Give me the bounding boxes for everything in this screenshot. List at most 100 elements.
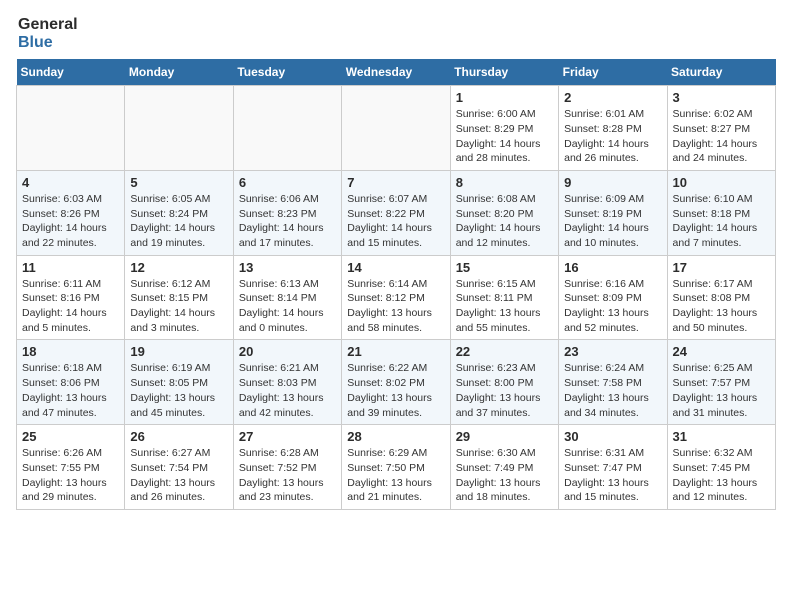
calendar-cell: 1 Sunrise: 6:00 AM Sunset: 8:29 PM Daylig… <box>450 86 558 171</box>
calendar-week-row: 18 Sunrise: 6:18 AM Sunset: 8:06 PM Dayli… <box>17 340 776 425</box>
day-info: Sunrise: 6:18 AM Sunset: 8:06 PM Dayligh… <box>22 361 119 420</box>
calendar-cell: 30Sunrise: 6:31 AM Sunset: 7:47 PM Dayli… <box>559 425 667 510</box>
day-info: Sunrise: 6:08 AM Sunset: 8:20 PM Dayligh… <box>456 192 553 251</box>
day-info: Sunrise: 6:12 AM Sunset: 8:15 PM Dayligh… <box>130 277 227 336</box>
day-info: Sunrise: 6:32 AM Sunset: 7:45 PM Dayligh… <box>673 446 770 505</box>
day-number: 8 <box>456 175 553 190</box>
calendar-week-row: 25 Sunrise: 6:26 AM Sunset: 7:55 PM Dayli… <box>17 425 776 510</box>
day-number: 29 <box>456 429 553 444</box>
day-info: Sunrise: 6:00 AM Sunset: 8:29 PM Dayligh… <box>456 107 553 166</box>
day-number: 6 <box>239 175 336 190</box>
day-number: 26 <box>130 429 227 444</box>
day-info: Sunrise: 6:15 AM Sunset: 8:11 PM Dayligh… <box>456 277 553 336</box>
calendar-cell: 23 Sunrise: 6:24 AM Sunset: 7:58 PM Dayli… <box>559 340 667 425</box>
day-info: Sunrise: 6:22 AM Sunset: 8:02 PM Dayligh… <box>347 361 444 420</box>
calendar-cell: 5 Sunrise: 6:05 AM Sunset: 8:24 PM Daylig… <box>125 170 233 255</box>
day-info: Sunrise: 6:31 AM Sunset: 7:47 PM Dayligh… <box>564 446 661 505</box>
day-number: 18 <box>22 344 119 359</box>
day-number: 3 <box>673 90 770 105</box>
header: General Blue General Blue <box>16 16 776 51</box>
day-number: 10 <box>673 175 770 190</box>
day-info: Sunrise: 6:19 AM Sunset: 8:05 PM Dayligh… <box>130 361 227 420</box>
weekday-header-row: SundayMondayTuesdayWednesdayThursdayFrid… <box>17 59 776 86</box>
calendar-cell: 9 Sunrise: 6:09 AM Sunset: 8:19 PM Daylig… <box>559 170 667 255</box>
calendar-week-row: 4 Sunrise: 6:03 AM Sunset: 8:26 PM Daylig… <box>17 170 776 255</box>
day-number: 9 <box>564 175 661 190</box>
calendar-cell: 7Sunrise: 6:07 AM Sunset: 8:22 PM Daylig… <box>342 170 450 255</box>
day-info: Sunrise: 6:10 AM Sunset: 8:18 PM Dayligh… <box>673 192 770 251</box>
day-info: Sunrise: 6:11 AM Sunset: 8:16 PM Dayligh… <box>22 277 119 336</box>
logo-blue: Blue <box>18 34 78 52</box>
calendar-cell: 13Sunrise: 6:13 AM Sunset: 8:14 PM Dayli… <box>233 255 341 340</box>
day-number: 23 <box>564 344 661 359</box>
day-info: Sunrise: 6:03 AM Sunset: 8:26 PM Dayligh… <box>22 192 119 251</box>
day-number: 4 <box>22 175 119 190</box>
day-info: Sunrise: 6:25 AM Sunset: 7:57 PM Dayligh… <box>673 361 770 420</box>
day-number: 12 <box>130 260 227 275</box>
calendar-week-row: 11 Sunrise: 6:11 AM Sunset: 8:16 PM Dayli… <box>17 255 776 340</box>
day-number: 13 <box>239 260 336 275</box>
day-info: Sunrise: 6:28 AM Sunset: 7:52 PM Dayligh… <box>239 446 336 505</box>
day-info: Sunrise: 6:30 AM Sunset: 7:49 PM Dayligh… <box>456 446 553 505</box>
calendar-cell: 29 Sunrise: 6:30 AM Sunset: 7:49 PM Dayli… <box>450 425 558 510</box>
calendar-cell: 8 Sunrise: 6:08 AM Sunset: 8:20 PM Daylig… <box>450 170 558 255</box>
calendar-cell: 2 Sunrise: 6:01 AM Sunset: 8:28 PM Daylig… <box>559 86 667 171</box>
day-info: Sunrise: 6:14 AM Sunset: 8:12 PM Dayligh… <box>347 277 444 336</box>
calendar-cell: 20 Sunrise: 6:21 AM Sunset: 8:03 PM Dayli… <box>233 340 341 425</box>
day-number: 1 <box>456 90 553 105</box>
day-number: 14 <box>347 260 444 275</box>
day-info: Sunrise: 6:26 AM Sunset: 7:55 PM Dayligh… <box>22 446 119 505</box>
calendar-cell: 12 Sunrise: 6:12 AM Sunset: 8:15 PM Dayli… <box>125 255 233 340</box>
day-number: 19 <box>130 344 227 359</box>
day-number: 25 <box>22 429 119 444</box>
calendar-cell: 27 Sunrise: 6:28 AM Sunset: 7:52 PM Dayli… <box>233 425 341 510</box>
day-info: Sunrise: 6:24 AM Sunset: 7:58 PM Dayligh… <box>564 361 661 420</box>
day-info: Sunrise: 6:05 AM Sunset: 8:24 PM Dayligh… <box>130 192 227 251</box>
logo: General Blue General Blue <box>16 16 78 51</box>
day-info: Sunrise: 6:17 AM Sunset: 8:08 PM Dayligh… <box>673 277 770 336</box>
calendar-cell: 19 Sunrise: 6:19 AM Sunset: 8:05 PM Dayli… <box>125 340 233 425</box>
logo-general: General <box>18 16 78 34</box>
day-number: 31 <box>673 429 770 444</box>
calendar-cell: 22Sunrise: 6:23 AM Sunset: 8:00 PM Dayli… <box>450 340 558 425</box>
calendar-cell: 15Sunrise: 6:15 AM Sunset: 8:11 PM Dayli… <box>450 255 558 340</box>
calendar-cell: 14 Sunrise: 6:14 AM Sunset: 8:12 PM Dayli… <box>342 255 450 340</box>
calendar-cell <box>342 86 450 171</box>
weekday-header-friday: Friday <box>559 59 667 86</box>
day-number: 27 <box>239 429 336 444</box>
day-info: Sunrise: 6:21 AM Sunset: 8:03 PM Dayligh… <box>239 361 336 420</box>
day-info: Sunrise: 6:09 AM Sunset: 8:19 PM Dayligh… <box>564 192 661 251</box>
calendar-cell: 18 Sunrise: 6:18 AM Sunset: 8:06 PM Dayli… <box>17 340 125 425</box>
calendar-cell: 25 Sunrise: 6:26 AM Sunset: 7:55 PM Dayli… <box>17 425 125 510</box>
calendar-cell: 26Sunrise: 6:27 AM Sunset: 7:54 PM Dayli… <box>125 425 233 510</box>
calendar-cell: 21 Sunrise: 6:22 AM Sunset: 8:02 PM Dayli… <box>342 340 450 425</box>
day-info: Sunrise: 6:01 AM Sunset: 8:28 PM Dayligh… <box>564 107 661 166</box>
day-number: 21 <box>347 344 444 359</box>
calendar-cell: 24 Sunrise: 6:25 AM Sunset: 7:57 PM Dayli… <box>667 340 775 425</box>
day-info: Sunrise: 6:16 AM Sunset: 8:09 PM Dayligh… <box>564 277 661 336</box>
day-number: 5 <box>130 175 227 190</box>
weekday-header-monday: Monday <box>125 59 233 86</box>
day-number: 24 <box>673 344 770 359</box>
calendar-cell: 3Sunrise: 6:02 AM Sunset: 8:27 PM Daylig… <box>667 86 775 171</box>
calendar-cell: 17 Sunrise: 6:17 AM Sunset: 8:08 PM Dayli… <box>667 255 775 340</box>
weekday-header-saturday: Saturday <box>667 59 775 86</box>
calendar-cell: 16 Sunrise: 6:16 AM Sunset: 8:09 PM Dayli… <box>559 255 667 340</box>
weekday-header-sunday: Sunday <box>17 59 125 86</box>
calendar-cell <box>125 86 233 171</box>
calendar-cell: 6 Sunrise: 6:06 AM Sunset: 8:23 PM Daylig… <box>233 170 341 255</box>
calendar-table: SundayMondayTuesdayWednesdayThursdayFrid… <box>16 59 776 510</box>
day-info: Sunrise: 6:29 AM Sunset: 7:50 PM Dayligh… <box>347 446 444 505</box>
weekday-header-wednesday: Wednesday <box>342 59 450 86</box>
weekday-header-thursday: Thursday <box>450 59 558 86</box>
day-number: 11 <box>22 260 119 275</box>
calendar-cell <box>17 86 125 171</box>
day-number: 20 <box>239 344 336 359</box>
calendar-cell: 4 Sunrise: 6:03 AM Sunset: 8:26 PM Daylig… <box>17 170 125 255</box>
day-info: Sunrise: 6:06 AM Sunset: 8:23 PM Dayligh… <box>239 192 336 251</box>
day-number: 16 <box>564 260 661 275</box>
day-info: Sunrise: 6:07 AM Sunset: 8:22 PM Dayligh… <box>347 192 444 251</box>
weekday-header-tuesday: Tuesday <box>233 59 341 86</box>
day-number: 2 <box>564 90 661 105</box>
day-number: 17 <box>673 260 770 275</box>
